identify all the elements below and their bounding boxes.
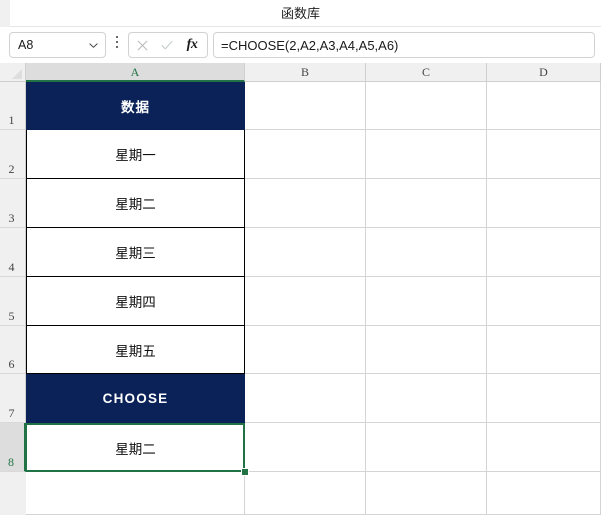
name-box-value: A8	[18, 38, 34, 52]
cell-value: CHOOSE	[102, 390, 169, 406]
cell-a2[interactable]: 星期一	[26, 130, 245, 179]
formula-bar: A8 fx =CHOOSE(2,A2,A3,A4,A5,A6)	[0, 27, 601, 63]
column-header-a[interactable]: A	[26, 63, 245, 82]
confirm-check-icon[interactable]	[154, 33, 180, 57]
cell-a4[interactable]: 星期三	[26, 228, 245, 277]
row-header-2[interactable]: 2	[0, 130, 26, 179]
fx-icon[interactable]: fx	[179, 33, 205, 57]
gridline-vertical	[365, 82, 366, 515]
cell-a1[interactable]: 数据	[26, 82, 245, 130]
row-header-label: 5	[8, 309, 15, 323]
fx-icon-label: fx	[186, 37, 198, 52]
cell-value: 星期三	[115, 246, 156, 261]
column-header-label: B	[300, 65, 309, 79]
fill-handle[interactable]	[241, 468, 249, 476]
cell-value: 星期二	[115, 441, 156, 457]
cell-a7[interactable]: CHOOSE	[26, 374, 245, 423]
cell-value: 星期二	[115, 197, 156, 212]
row-header-label: 2	[8, 162, 15, 176]
row-header-8[interactable]: 8	[0, 423, 26, 472]
column-header-c[interactable]: C	[366, 63, 487, 82]
column-header-label: A	[130, 65, 140, 79]
row-header-label: 1	[8, 113, 15, 127]
column-header-strip: A B C D	[26, 63, 601, 82]
row-header-label: 7	[8, 406, 15, 420]
row-header-label: 6	[8, 357, 15, 371]
select-all-corner-icon[interactable]	[0, 63, 26, 82]
row-header-label: 4	[8, 260, 15, 274]
cell-value: 星期一	[115, 148, 156, 163]
name-box[interactable]: A8	[9, 32, 106, 58]
formula-actions-group: fx	[128, 32, 208, 58]
cell-value: 星期五	[115, 343, 156, 359]
page-title: 函数库	[280, 6, 320, 21]
cell-a8[interactable]: 星期二	[26, 423, 245, 472]
spreadsheet-grid-area: ABCD 12345678 数据 星期一 星期二 星期三 星期四 星期五 CHOOSE 星期二	[0, 63, 601, 515]
column-header-label: C	[421, 65, 430, 79]
cell-a3[interactable]: 星期二	[26, 179, 245, 228]
row-header-4[interactable]: 4	[0, 228, 26, 277]
formula-input[interactable]: =CHOOSE(2,A2,A3,A4,A5,A6)	[213, 32, 595, 58]
row-header-5[interactable]: 5	[0, 277, 26, 326]
cell-a6[interactable]: 星期五	[26, 326, 245, 374]
cell-value: 星期四	[115, 295, 156, 310]
cell-value: 数据	[121, 99, 150, 115]
cell-grid[interactable]: 数据 星期一 星期二 星期三 星期四 星期五 CHOOSE 星期二	[26, 82, 601, 515]
gridline-vertical	[486, 82, 487, 515]
column-header-label: D	[539, 65, 548, 79]
title-bar: 函数库	[0, 0, 601, 27]
row-header-7[interactable]: 7	[0, 374, 26, 423]
chevron-down-icon[interactable]	[89, 41, 98, 50]
cell-a5[interactable]: 星期四	[26, 277, 245, 326]
row-header-1[interactable]: 1	[0, 82, 26, 130]
row-header-label: 8	[8, 455, 14, 469]
column-header-d[interactable]: D	[487, 63, 601, 82]
column-header-b[interactable]: B	[245, 63, 366, 82]
kebab-menu-icon[interactable]	[114, 36, 120, 54]
formula-input-value: =CHOOSE(2,A2,A3,A4,A5,A6)	[221, 38, 399, 53]
row-header-label: 3	[8, 211, 15, 225]
row-header-6[interactable]: 6	[0, 326, 26, 374]
row-header-3[interactable]: 3	[0, 179, 26, 228]
cancel-x-icon[interactable]	[129, 33, 155, 57]
row-header-strip: 1 2 3 4 5 6 7 8	[0, 82, 26, 515]
